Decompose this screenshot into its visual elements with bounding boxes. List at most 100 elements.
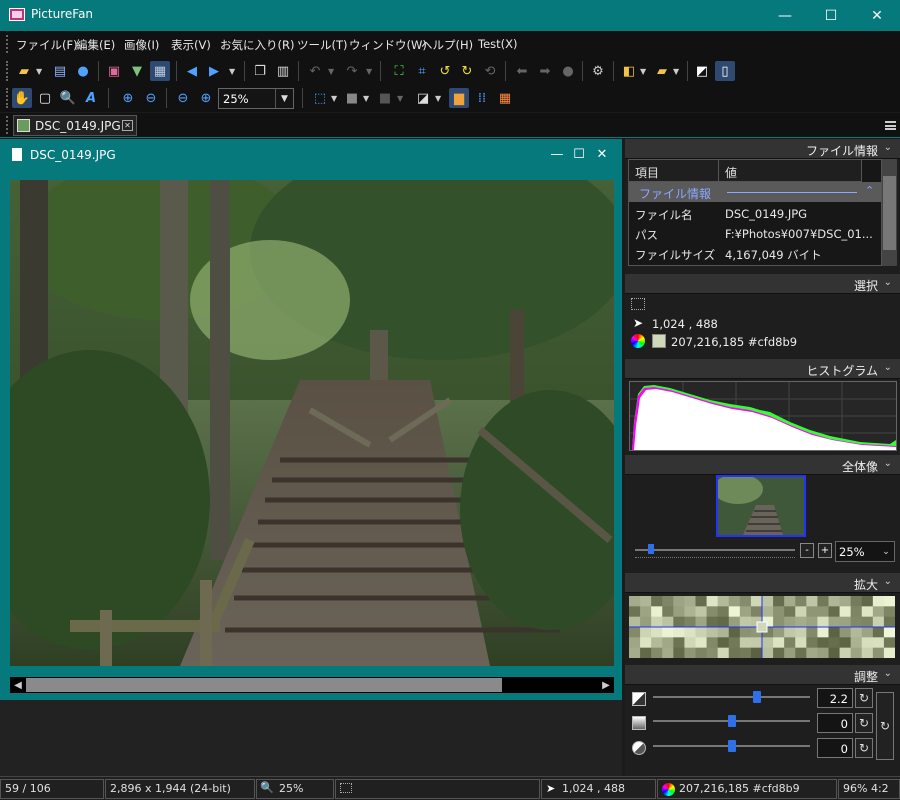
scroll-left-icon[interactable]: ◀ (10, 677, 26, 693)
settings-gear-icon[interactable]: ⚙ (588, 61, 608, 81)
column-header-value[interactable]: 値 (719, 160, 862, 182)
chevron-down-icon[interactable]: ⌄ (878, 542, 894, 561)
reset-all-icon[interactable]: ↻ (876, 692, 894, 760)
zoom-select[interactable]: 25% ▼ (218, 88, 294, 109)
rotate-left-icon[interactable]: ↺ (435, 61, 455, 81)
file-info-scrollbar[interactable] (882, 159, 897, 266)
thumbnail-grid-icon[interactable]: ▦ (150, 61, 170, 81)
overview-zoom-select[interactable]: 25% ⌄ (835, 541, 895, 562)
menu-image[interactable]: 画像(I) (124, 37, 159, 53)
menu-file[interactable]: ファイル(F) (16, 37, 78, 53)
chevron-down-icon[interactable]: ⌄ (884, 277, 892, 288)
redo-icon[interactable]: ↷ (342, 61, 362, 81)
panel-toggle-icon[interactable]: ▯ (715, 61, 735, 81)
minimize-button[interactable]: — (762, 0, 808, 31)
selection-frame-icon[interactable]: ⬚ (310, 88, 330, 108)
back-icon[interactable]: ⬅ (512, 61, 532, 81)
zoom-in-icon[interactable]: ⊕ (118, 88, 138, 108)
close-button[interactable]: ✕ (854, 0, 900, 31)
fit-window-icon[interactable]: ⛶ (389, 61, 409, 81)
overview-zoom-track[interactable] (635, 549, 795, 551)
open-dropdown-icon[interactable]: ▼ (36, 67, 42, 76)
folder-browse-dropdown-icon[interactable]: ▼ (673, 67, 679, 76)
next-image-icon[interactable]: ▶ (204, 61, 224, 81)
horizontal-scrollbar[interactable]: ◀ ▶ (10, 677, 614, 693)
palette-grid-icon[interactable]: ▦ (495, 88, 515, 108)
menu-help[interactable]: ヘルプ(H) (421, 37, 473, 53)
chevron-down-icon[interactable]: ⌄ (884, 668, 892, 679)
contrast-slider-thumb[interactable] (727, 740, 736, 752)
scrollbar-thumb[interactable] (883, 176, 896, 250)
brightness-value[interactable]: 0 (817, 713, 853, 733)
contrast-reset-icon[interactable]: ↻ (855, 738, 873, 758)
undo-dropdown-icon[interactable]: ▼ (328, 67, 334, 76)
menu-tools[interactable]: ツール(T) (297, 37, 348, 53)
photo-frame-icon[interactable]: ▼ (127, 61, 147, 81)
zoom-tool-icon[interactable]: 🔍 (58, 88, 78, 108)
toolbar-grip[interactable] (6, 61, 8, 81)
folder-browse-icon[interactable]: ▰ (652, 61, 672, 81)
copy-icon[interactable]: ❐ (250, 61, 270, 81)
doc-maximize-button[interactable]: ☐ (568, 147, 590, 165)
menu-window[interactable]: ウィンドウ(W) (349, 37, 427, 53)
edit-document-icon[interactable]: ▤ (50, 61, 70, 81)
chevron-down-icon[interactable]: ⌄ (884, 362, 892, 373)
toolbar-grip[interactable] (6, 88, 8, 108)
contrast-icon[interactable]: ◪ (413, 88, 433, 108)
menu-edit[interactable]: 編集(E) (76, 37, 115, 53)
fill-dropdown-icon[interactable]: ▼ (363, 94, 369, 103)
stamp-icon[interactable]: ◩ (692, 61, 712, 81)
doc-close-button[interactable]: ✕ (591, 147, 613, 165)
selection-frame-dropdown-icon[interactable]: ▼ (331, 94, 337, 103)
histogram-header[interactable]: ヒストグラム ⌄ (625, 359, 900, 379)
play-icon[interactable]: ● (558, 61, 578, 81)
overview-thumbnail[interactable] (716, 475, 806, 537)
menu-test[interactable]: Test(X) (478, 37, 518, 51)
chevron-down-icon[interactable]: ⌄ (884, 458, 892, 469)
zoom-actual-icon[interactable]: ⊕ (196, 88, 216, 108)
tab-close-icon[interactable]: ✕ (122, 120, 133, 131)
file-info-group-row[interactable]: ファイル情報 ⌃ (629, 182, 881, 202)
previous-image-icon[interactable]: ◀ (182, 61, 202, 81)
undo-icon[interactable]: ↶ (305, 61, 325, 81)
color-picker-icon[interactable]: ▆ (449, 88, 469, 108)
file-info-header[interactable]: ファイル情報 ⌄ (625, 139, 900, 159)
overview-zoom-thumb[interactable] (648, 544, 654, 554)
contrast-value[interactable]: 0 (817, 738, 853, 758)
menu-grip[interactable] (6, 35, 8, 53)
zoom-out-icon[interactable]: ⊖ (141, 88, 161, 108)
forward-icon[interactable]: ➡ (535, 61, 555, 81)
fill-icon[interactable]: ■ (342, 88, 362, 108)
mask-icon[interactable]: ■ (375, 88, 395, 108)
comment-icon[interactable]: ● (73, 61, 93, 81)
scrollbar-thumb[interactable] (26, 678, 502, 692)
scroll-right-icon[interactable]: ▶ (598, 677, 614, 693)
paste-icon[interactable]: ▥ (273, 61, 293, 81)
open-folder-icon[interactable]: ▰ (14, 61, 34, 81)
maximize-button[interactable]: ☐ (808, 0, 854, 31)
brightness-slider-thumb[interactable] (727, 715, 736, 727)
document-tab[interactable]: DSC_0149.JPG ✕ (13, 115, 137, 136)
overview-header[interactable]: 全体像 ⌄ (625, 455, 900, 475)
menu-favorites[interactable]: お気に入り(R) (220, 37, 294, 53)
gamma-slider-thumb[interactable] (752, 691, 761, 703)
overview-zoom-in-button[interactable]: + (818, 543, 832, 558)
magnifier-header[interactable]: 拡大 ⌄ (625, 573, 900, 593)
column-header-item[interactable]: 項目 (629, 160, 719, 182)
text-tool-icon[interactable]: A (81, 88, 101, 108)
gamma-slider-track[interactable] (653, 696, 810, 698)
brightness-reset-icon[interactable]: ↻ (855, 713, 873, 733)
gamma-value[interactable]: 2.2 (817, 688, 853, 708)
redo-dropdown-icon[interactable]: ▼ (366, 67, 372, 76)
selection-header[interactable]: 選択 ⌄ (625, 274, 900, 294)
grid-icon[interactable]: ⁞⁞ (472, 88, 492, 108)
title-bar[interactable]: PictureFan — ☐ ✕ (0, 0, 900, 31)
chevron-down-icon[interactable]: ⌄ (884, 142, 892, 153)
crop-icon[interactable]: ⌗ (412, 61, 432, 81)
chevron-down-icon[interactable]: ⌄ (884, 576, 892, 587)
chevron-down-icon[interactable]: ▼ (275, 89, 293, 108)
hand-tool-icon[interactable]: ✋ (12, 88, 32, 108)
contrast-dropdown-icon[interactable]: ▼ (435, 94, 441, 103)
image-canvas[interactable] (10, 180, 614, 666)
navigate-dropdown-icon[interactable]: ▼ (229, 67, 235, 76)
